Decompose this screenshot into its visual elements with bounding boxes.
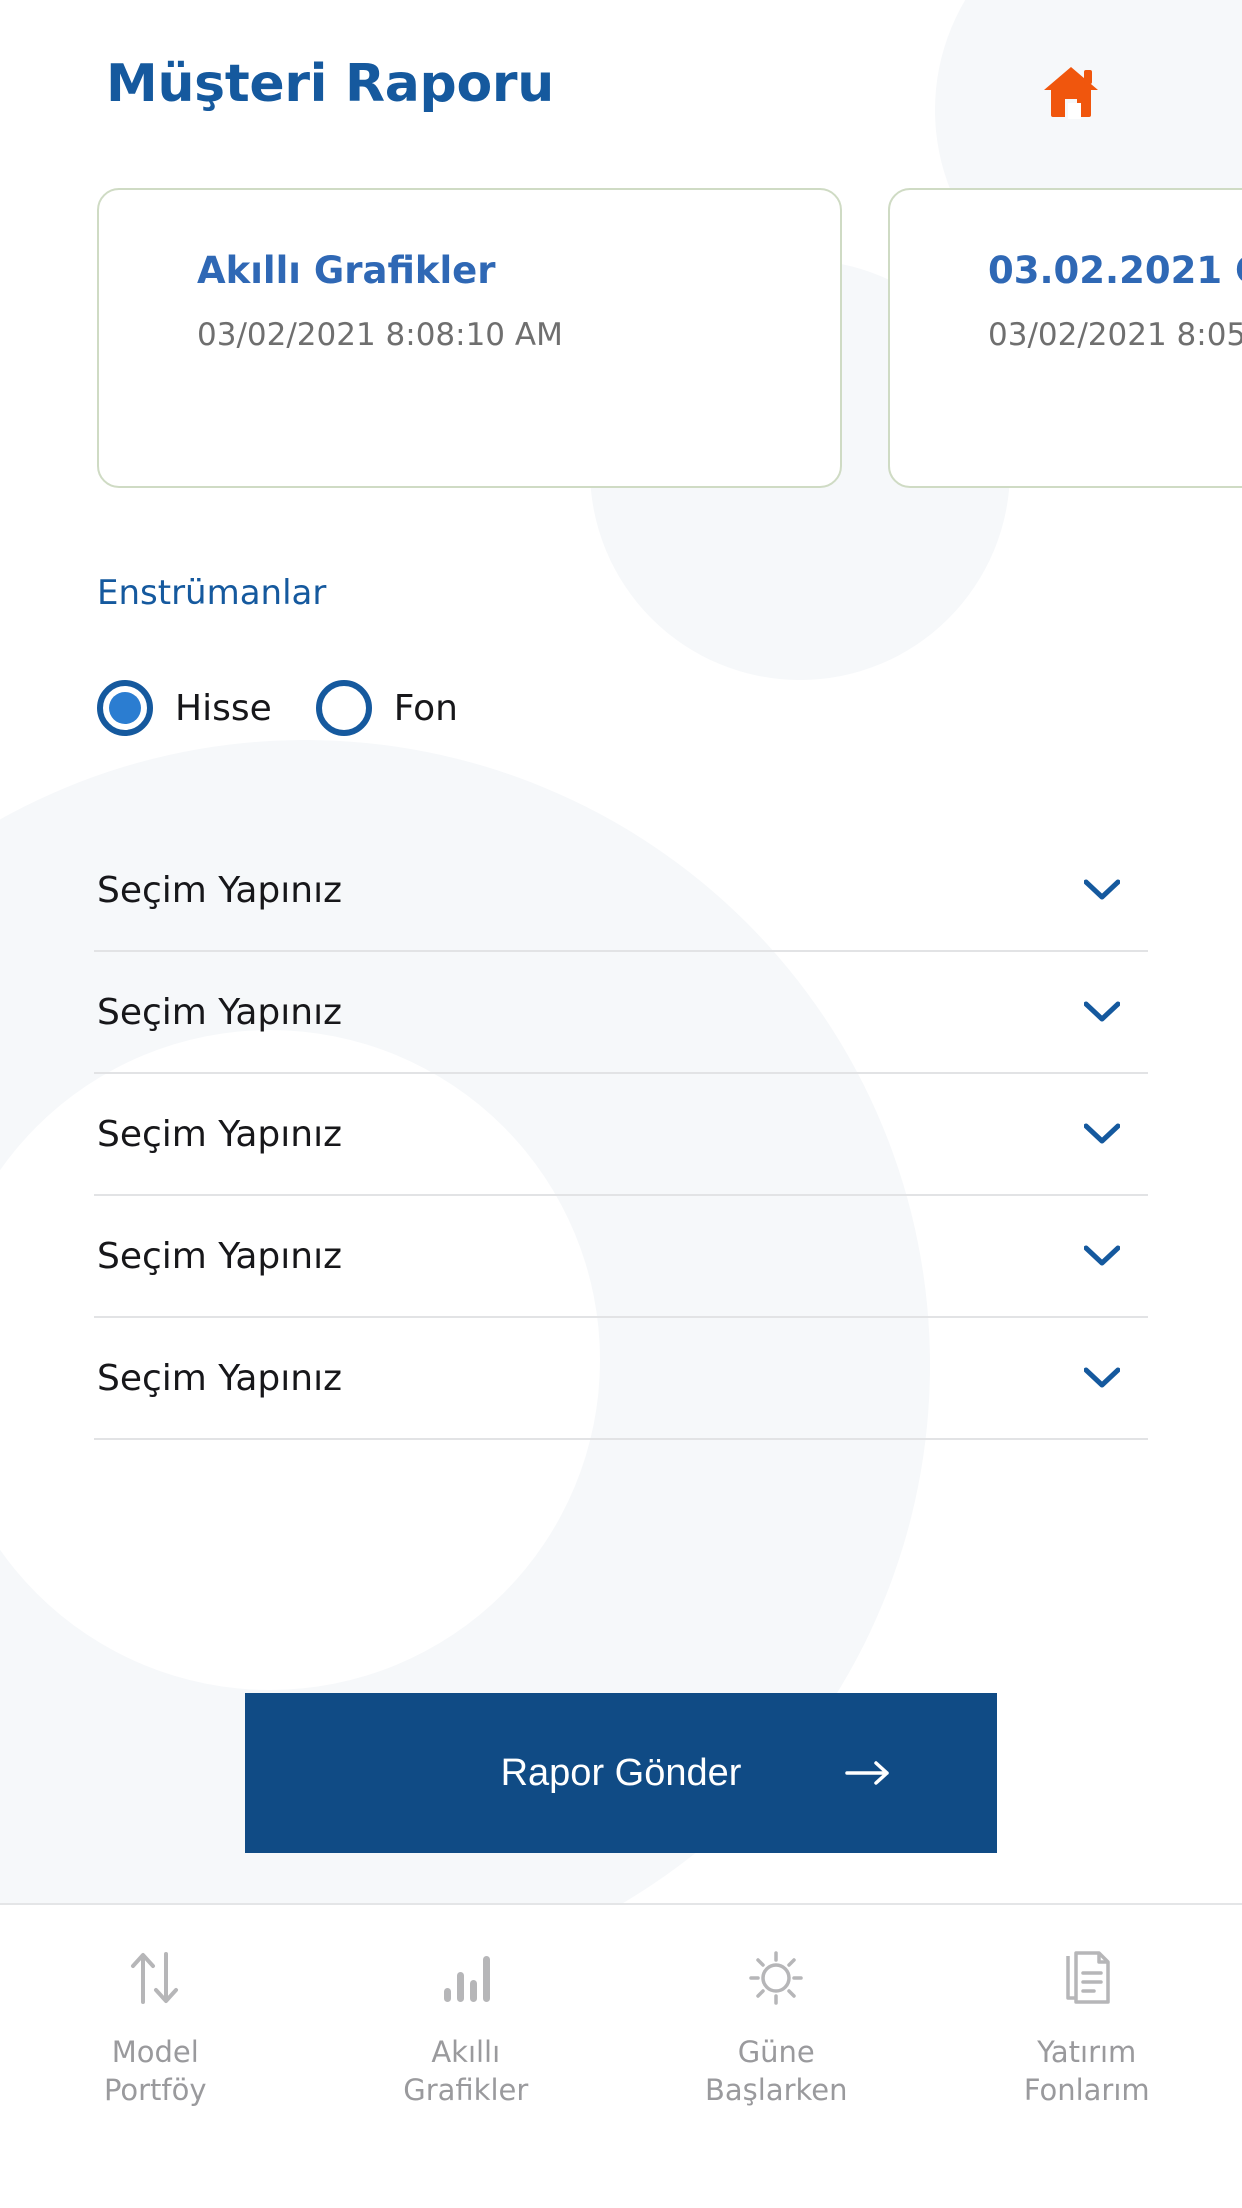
instrument-select-value: Seçim Yapınız — [97, 869, 342, 911]
page-title: Müşteri Raporu — [106, 54, 554, 114]
cards-rail: Akıllı Grafikler 03/02/2021 8:08:10 AM 0… — [0, 188, 1242, 488]
instrument-select-value: Seçim Yapınız — [97, 1113, 342, 1155]
instrument-select-5[interactable]: Seçim Yapınız — [94, 1318, 1148, 1440]
nav-label: Akıllı Grafikler — [403, 2035, 529, 2108]
transfer-arrows-icon — [120, 1941, 190, 2015]
nav-label: Model Portföy — [103, 2035, 207, 2108]
report-card-title: 03.02.2021 Günlük Bülten — [988, 249, 1242, 292]
radio-label: Fon — [393, 687, 458, 729]
instrument-select-value: Seçim Yapınız — [97, 991, 342, 1033]
send-report-button[interactable]: Rapor Gönder — [245, 1693, 997, 1853]
nav-item-gune-baslarken[interactable]: Güne Başlarken — [621, 1941, 932, 2110]
bottom-navigation: Model Portföy Akıllı Grafikler Güne Başl… — [0, 1903, 1242, 2208]
nav-item-yatirim-fonlarim[interactable]: Yatırım Fonlarım — [932, 1941, 1242, 2110]
arrow-right-icon — [845, 1760, 891, 1786]
radio-selected-icon — [97, 680, 153, 736]
instrument-select-value: Seçim Yapınız — [97, 1357, 342, 1399]
report-card[interactable]: 03.02.2021 Günlük Bülten 03/02/2021 8:05… — [888, 188, 1242, 488]
chevron-down-icon — [1084, 1001, 1148, 1023]
report-card-title: Akıllı Grafikler — [197, 249, 496, 292]
chevron-down-icon — [1084, 1123, 1148, 1145]
screen-content: Müşteri Raporu Akıllı Grafikler 03/02/20… — [0, 0, 1242, 1853]
nav-item-model-portfoy[interactable]: Model Portföy — [0, 1941, 311, 2110]
radio-unselected-icon — [315, 680, 372, 736]
nav-label: Yatırım Fonlarım — [1023, 2035, 1150, 2108]
radio-label: Hisse — [175, 687, 272, 729]
radio-option-hisse[interactable]: Hisse — [97, 680, 272, 736]
home-button[interactable] — [1036, 57, 1106, 127]
instruments-radio-group[interactable]: Hisse Fon — [97, 680, 458, 736]
report-cards-carousel[interactable]: Akıllı Grafikler 03/02/2021 8:08:10 AM 0… — [0, 188, 1242, 496]
header: Müşteri Raporu — [0, 0, 1242, 140]
app-root: Müşteri Raporu Akıllı Grafikler 03/02/20… — [0, 0, 1242, 2208]
instrument-select-4[interactable]: Seçim Yapınız — [94, 1196, 1148, 1318]
chevron-down-icon — [1084, 1367, 1148, 1389]
instrument-select-value: Seçim Yapınız — [97, 1235, 342, 1277]
instrument-select-2[interactable]: Seçim Yapınız — [94, 952, 1148, 1074]
report-card-date: 03/02/2021 8:05:42 AM — [988, 317, 1242, 354]
instrument-select-1[interactable]: Seçim Yapınız — [94, 830, 1148, 952]
instruments-label: Enstrümanlar — [97, 573, 327, 613]
home-icon — [1042, 65, 1100, 119]
send-report-label: Rapor Gönder — [500, 1751, 742, 1794]
instrument-select-3[interactable]: Seçim Yapınız — [94, 1074, 1148, 1196]
instrument-select-list: Seçim Yapınız Seçim Yapınız Seçim Yapını… — [94, 830, 1148, 1440]
report-card-date: 03/02/2021 8:08:10 AM — [197, 317, 563, 354]
chevron-down-icon — [1084, 1245, 1148, 1267]
chevron-down-icon — [1084, 879, 1148, 901]
bar-chart-icon — [431, 1941, 501, 2015]
radio-option-fon[interactable]: Fon — [315, 680, 458, 736]
nav-label: Güne Başlarken — [704, 2035, 848, 2108]
sun-icon — [741, 1941, 811, 2015]
documents-icon — [1052, 1941, 1122, 2015]
report-card[interactable]: Akıllı Grafikler 03/02/2021 8:08:10 AM — [97, 188, 842, 488]
nav-item-akilli-grafikler[interactable]: Akıllı Grafikler — [311, 1941, 622, 2110]
